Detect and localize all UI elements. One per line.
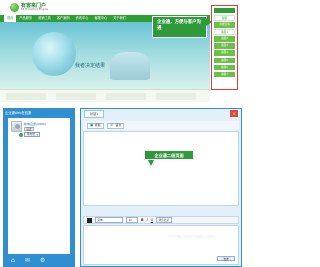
widget-item[interactable]: 客服2 (214, 36, 235, 42)
video-label: 视频 (94, 122, 101, 127)
contact-panel-title: 企业通Web在线通 (5, 111, 32, 115)
chat-panel: 对话1 × ▣ 视频 ☏ 语音 企业通二级页面 宋体 12 B I U 消息记录 发… (80, 108, 242, 267)
hands-image (110, 52, 150, 80)
format-toolbar: 宋体 12 B I U 消息记录 (83, 216, 239, 224)
user-card[interactable]: 新信息通(2889) 设置 我在线 (11, 121, 67, 137)
chat-toolbar: ▣ 视频 ☏ 语音 (83, 121, 239, 130)
status-select[interactable]: 我在线 (24, 132, 40, 137)
widget-item[interactable]: 客服1 (214, 29, 235, 35)
close-icon[interactable]: × (230, 110, 238, 117)
widget-item[interactable]: 客服 (214, 15, 235, 21)
widget-item[interactable]: 客服4 (214, 50, 235, 56)
font-size-select[interactable]: 12 (126, 217, 138, 223)
user-name: 新信息通(2889) (24, 122, 46, 126)
home-icon[interactable]: ⌂ (11, 256, 15, 265)
widget-item[interactable]: 在线咨询 (214, 22, 235, 28)
watermark-text: www.baimao.com (168, 234, 216, 240)
widget-item[interactable]: 客服3 (214, 43, 235, 49)
underline-icon[interactable]: U (151, 218, 153, 222)
message-input[interactable]: 发送 (83, 225, 239, 265)
avatar[interactable] (11, 121, 22, 132)
chat-icon[interactable]: ✉ (25, 256, 30, 265)
im-window: 企业通Web在线通 新信息通(2889) 设置 我在线 ⌂ ✉ ⚙ 对话1 × … (0, 108, 245, 267)
nav-item-news[interactable]: 资讯中心 (73, 15, 92, 22)
banner-slogan: 我者决定结果 (75, 63, 106, 69)
voice-label: 语音 (115, 122, 122, 127)
video-button[interactable]: ▣ 视频 (87, 122, 104, 129)
website-screenshot: 有客来门户 EP Promotion Engine 首页 产品服务 营销工具 客… (0, 0, 245, 102)
voice-icon: ☏ (109, 122, 115, 127)
content-block (156, 93, 196, 100)
font-family-select[interactable]: 宋体 (95, 217, 123, 223)
content-block (106, 93, 146, 100)
annotation-label: 企业通二级页面 (144, 150, 194, 160)
bold-icon[interactable]: B (141, 218, 144, 222)
site-header: 有客来门户 EP Promotion Engine (0, 0, 210, 15)
user-settings-button[interactable]: 设置 (24, 127, 34, 131)
online-status-icon (19, 133, 23, 137)
contact-panel-footer: ⌂ ✉ ⚙ (5, 256, 73, 265)
callout-label: 企业通，方便与客户沟通 (152, 16, 207, 38)
tab-chat[interactable]: 对话1 (84, 110, 104, 118)
chat-record-button[interactable]: 消息记录 (156, 217, 173, 223)
font-color-icon[interactable] (87, 217, 92, 223)
nav-item-home[interactable]: 首页 (4, 15, 17, 22)
nav-item-products[interactable]: 产品服务 (16, 15, 35, 22)
content-block (56, 93, 96, 100)
video-icon: ▣ (90, 122, 94, 127)
italic-icon[interactable]: I (147, 218, 148, 222)
widget-item[interactable]: 客服7 (214, 71, 235, 78)
voice-button[interactable]: ☏ 语音 (106, 122, 125, 129)
logo-icon (10, 3, 19, 12)
im-floating-widget[interactable]: 客服 在线咨询 客服1 客服2 客服3 客服4 客服5 客服6 客服7 (211, 5, 238, 90)
widget-item[interactable]: 客服6 (214, 64, 235, 71)
globe-image (32, 32, 76, 76)
site-logo-subtitle: EP Promotion Engine (21, 8, 48, 11)
settings-icon[interactable]: ⚙ (40, 256, 45, 265)
contact-list: 新信息通(2889) 设置 我在线 (8, 118, 70, 254)
nav-item-tools[interactable]: 营销工具 (35, 15, 54, 22)
nav-item-service[interactable]: 客服中心 (91, 15, 110, 22)
annotation-arrow-icon (148, 160, 154, 166)
nav-item-cases[interactable]: 客户案例 (54, 15, 73, 22)
widget-item[interactable]: 客服5 (214, 57, 235, 64)
nav-item-about[interactable]: 关于我们 (110, 15, 129, 22)
site-content-strip (0, 89, 210, 102)
contact-panel: 企业通Web在线通 新信息通(2889) 设置 我在线 ⌂ ✉ ⚙ (3, 108, 75, 267)
chat-history: 企业通二级页面 (83, 131, 239, 206)
send-button[interactable]: 发送 (217, 255, 235, 261)
widget-header (214, 8, 235, 13)
content-block (6, 93, 46, 100)
